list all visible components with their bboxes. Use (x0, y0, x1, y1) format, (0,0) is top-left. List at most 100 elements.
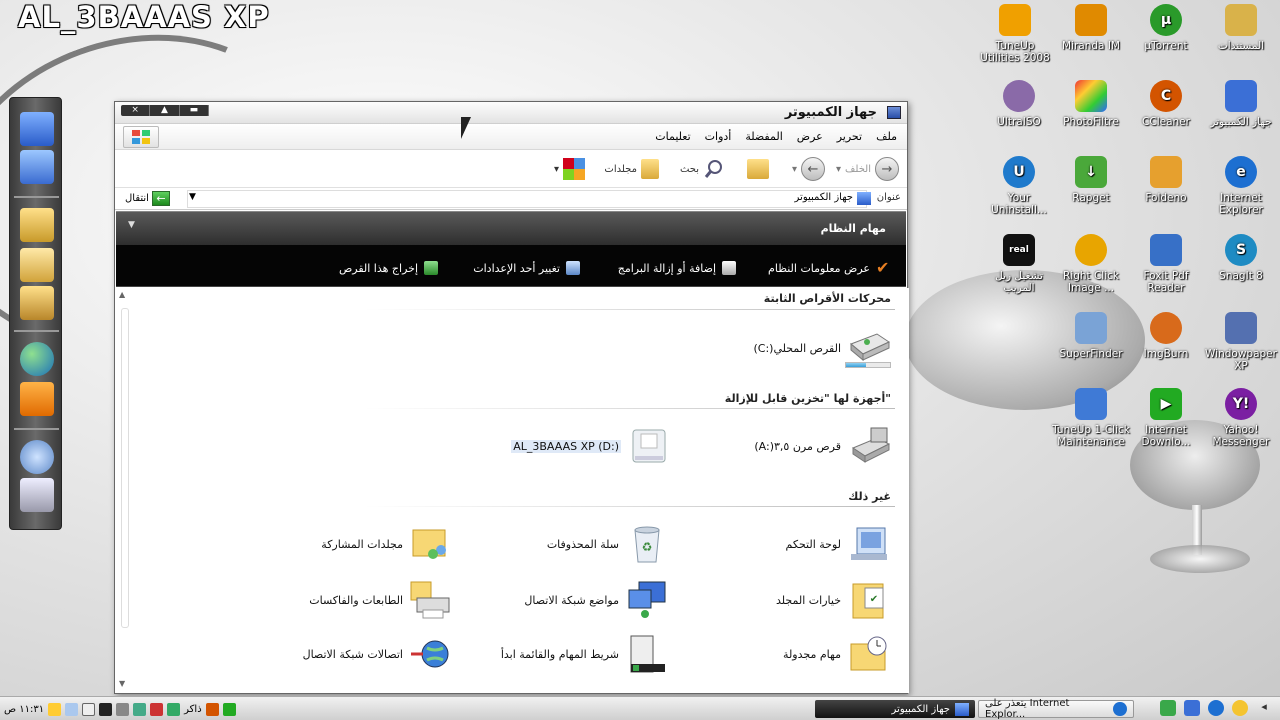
quick-launch-ie-icon[interactable] (1208, 700, 1224, 716)
desktop-icon-superfinder[interactable]: SuperFinder (1052, 312, 1130, 360)
desktop-icon-documents[interactable]: المستندات (1202, 4, 1280, 52)
scroll-up-icon[interactable]: ▲ (119, 290, 125, 299)
tray-notepad-icon[interactable] (82, 702, 96, 716)
quick-launch-chevron-icon[interactable]: ◂ (1256, 700, 1272, 716)
scroll-down-icon[interactable]: ▼ (119, 679, 125, 688)
menu-tools[interactable]: أدوات (705, 130, 732, 143)
task-change-setting[interactable]: تغيير أحد الإعدادات (473, 261, 580, 275)
vertical-scrollbar[interactable]: ▲ ▼ (117, 290, 131, 688)
item-control-panel[interactable]: لوحة التحكم (786, 524, 891, 564)
desktop-icon-miranda[interactable]: Miranda IM (1052, 4, 1130, 52)
menu-view[interactable]: عرض (797, 130, 823, 143)
desktop-icon-snagit[interactable]: S SnagIt 8 (1202, 234, 1280, 282)
minimize-button[interactable]: ▬ (180, 105, 209, 116)
go-button[interactable]: انتقال ← (125, 191, 170, 206)
scroll-track[interactable] (121, 308, 129, 628)
clock[interactable]: ١١:٣١ ص (4, 704, 44, 715)
item-taskbar-start-menu[interactable]: شريط المهام والقائمة ابدأ (501, 634, 669, 674)
dock-network-icon[interactable] (20, 150, 54, 184)
back-arrow-icon: → (875, 157, 899, 181)
tray-search-icon[interactable] (48, 702, 62, 716)
address-input[interactable] (187, 190, 867, 208)
dock-recycle-bin-icon[interactable] (20, 478, 54, 512)
menu-favorites[interactable]: المفضلة (745, 130, 782, 143)
search-button[interactable]: بحث (680, 157, 725, 181)
dock-settings-gear-icon[interactable] (20, 440, 54, 474)
views-button[interactable]: ▾ (554, 157, 585, 181)
desktop-icon-windowpaper[interactable]: Windowpaper XP (1202, 312, 1280, 372)
tray-play-icon[interactable] (222, 702, 236, 716)
desktop-icon-real-player[interactable]: real تشغيل ريل المريب (980, 234, 1058, 294)
title-bar[interactable]: × ▲ ▬ جهاز الكمبيوتر (115, 102, 907, 124)
desktop-icon-your-uninstaller[interactable]: U Your Uninstall... (980, 156, 1058, 216)
desktop-icon-label: CCleaner (1142, 116, 1190, 128)
chevron-down-icon[interactable]: ▾ (836, 164, 841, 175)
up-folder-button[interactable] (747, 157, 769, 181)
item-folder-options[interactable]: ✔ خيارات المجلد (776, 580, 891, 620)
task-view-system-info[interactable]: ✔ عرض معلومات النظام (768, 260, 890, 276)
tray-window-icon[interactable] (65, 702, 79, 716)
desktop-icon-internet-explorer[interactable]: e Internet Explorer (1202, 156, 1280, 216)
menu-file[interactable]: ملف (876, 130, 897, 143)
task-pane-header[interactable]: ▼ مهام النظام (116, 211, 906, 245)
desktop-icon-photofiltre[interactable]: PhotoFiltre (1052, 80, 1130, 128)
desktop-icon-label: ImgBurn (1143, 348, 1189, 360)
menu-edit[interactable]: تحرير (837, 130, 862, 143)
drive-floppy-a[interactable]: (A:)قرص مرن ٣,٥ (754, 426, 891, 466)
desktop-icon-my-computer[interactable]: جهاز الكمبيوتر (1202, 80, 1280, 128)
close-button[interactable]: × (121, 105, 151, 116)
forward-button[interactable]: ← ▾ (792, 157, 825, 181)
dock-globe-icon[interactable] (20, 342, 54, 376)
desktop-icon-yahoo-messenger[interactable]: Y! Yahoo! Messenger (1202, 388, 1280, 448)
desktop-icon-ultraiso[interactable]: UltraISO (980, 80, 1058, 128)
quick-launch-xp-icon[interactable] (1160, 700, 1176, 716)
taskbar-button-my-computer[interactable]: جهاز الكمبيوتر (815, 700, 975, 718)
chevron-down-icon[interactable]: ▾ (792, 164, 797, 175)
desktop-icon-utorrent[interactable]: µ µTorrent (1127, 4, 1205, 52)
item-shared-folders[interactable]: مجلدات المشاركة (321, 524, 453, 564)
language-indicator[interactable]: ذاكر (184, 704, 202, 715)
desktop-icon-imgburn[interactable]: ImgBurn (1127, 312, 1205, 360)
usage-fill (846, 363, 866, 367)
tray-network-icon[interactable] (167, 702, 181, 716)
dock-computer-icon[interactable] (20, 112, 54, 146)
item-network-connections[interactable]: اتصالات شبكة الاتصال (303, 634, 453, 674)
task-add-remove-programs[interactable]: إضافة أو إزالة البرامج (618, 261, 736, 275)
folders-button[interactable]: مجلدات (604, 157, 659, 181)
back-button[interactable]: → الخلف ▾ (836, 157, 899, 181)
dock-documents-icon[interactable] (20, 208, 54, 242)
desktop-icon-internet-download[interactable]: ▶ Internet Downlo... (1127, 388, 1205, 448)
taskbar-button-internet-explorer[interactable]: يتعذر على Internet Explor... (978, 698, 1134, 720)
chevron-down-icon[interactable]: ▼ (189, 192, 196, 202)
item-recycle-bin[interactable]: ♻ سلة المحذوفات (547, 524, 669, 564)
item-network-places[interactable]: مواضع شبكة الاتصال (524, 580, 669, 620)
tray-shield-icon[interactable] (150, 702, 164, 716)
desktop-icon-foxit-reader[interactable]: Foxit Pdf Reader (1127, 234, 1205, 294)
item-label: سلة المحذوفات (546, 537, 619, 551)
dock-media-player-icon[interactable] (20, 382, 54, 416)
collapse-chevron-icon[interactable]: ▼ (128, 220, 135, 230)
taskbar: ١١:٣١ ص ذاكر جهاز الكمبيوتر يتعذر على In… (0, 696, 1280, 720)
quick-launch-desktop-icon[interactable] (1184, 700, 1200, 716)
folders-icon (641, 159, 659, 179)
drive-cd-d[interactable]: AL_3BAAAS XP (D:) (511, 426, 671, 466)
item-printers-faxes[interactable]: الطابعات والفاكسات (309, 580, 453, 620)
maximize-button[interactable]: ▲ (150, 105, 180, 116)
tray-ccleaner-icon[interactable] (205, 702, 219, 716)
quick-launch-smiley-icon[interactable] (1232, 700, 1248, 716)
menu-help[interactable]: تعليمات (655, 130, 690, 143)
task-eject-disc[interactable]: إخراج هذا القرص (339, 261, 438, 275)
desktop-icon-right-click-image[interactable]: Right Click Image ... (1052, 234, 1130, 294)
item-scheduled-tasks[interactable]: مهام مجدولة (783, 634, 891, 674)
tray-mail-icon[interactable] (133, 702, 147, 716)
desktop-icon-rapget[interactable]: ↓ Rapget (1052, 156, 1130, 204)
desktop-icon-ccleaner[interactable]: C CCleaner (1127, 80, 1205, 128)
desktop-icon-foldeno[interactable]: Foldeno (1127, 156, 1205, 204)
dock-pictures-icon[interactable] (20, 248, 54, 282)
dock-music-icon[interactable] (20, 286, 54, 320)
internet-explorer-icon: e (1225, 156, 1257, 188)
desktop-icon-tuneup-maintenance[interactable]: TuneUp 1-Click Maintenance (1052, 388, 1130, 448)
desktop-icon-tuneup-utilities[interactable]: TuneUp Utilities 2008 (976, 4, 1054, 64)
tray-printer-icon[interactable] (116, 702, 130, 716)
tray-cursor-icon[interactable] (99, 702, 113, 716)
